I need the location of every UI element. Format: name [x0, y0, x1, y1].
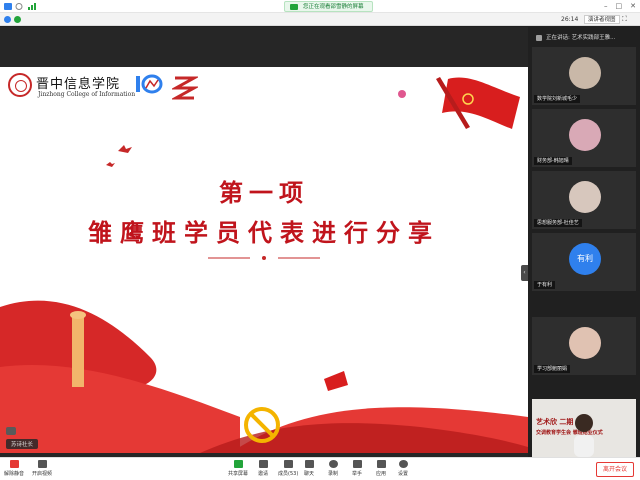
- share-notice-text: 您正在观看邵雪静的屏幕: [303, 4, 364, 10]
- participant-tile[interactable]: 财务部-韩旭晴: [532, 109, 636, 167]
- title-bar: 您正在观看邵雪静的屏幕 – □ ✕: [0, 0, 640, 13]
- mic-icon: [9, 460, 19, 468]
- apps-button[interactable]: 应用: [376, 460, 386, 478]
- chat-icon: [304, 460, 314, 468]
- minimize-icon[interactable]: –: [604, 2, 608, 11]
- window-controls: – □ ✕: [604, 2, 636, 11]
- apps-label: 应用: [376, 471, 387, 477]
- meeting-info-icon[interactable]: [4, 16, 11, 23]
- share-screen-label: 共享屏幕: [228, 471, 249, 477]
- app-logo-icon: [4, 3, 12, 10]
- avatar: [569, 181, 601, 213]
- members-label: 成员(53): [278, 471, 299, 477]
- info-icon[interactable]: [15, 3, 23, 10]
- slide-title-line1: 第一项: [219, 178, 309, 207]
- record-label: 录制: [328, 471, 339, 477]
- security-icon[interactable]: [14, 16, 21, 23]
- settings-button[interactable]: 设置: [398, 460, 408, 478]
- fullscreen-icon[interactable]: ⛶: [622, 15, 627, 24]
- speaking-indicator: 正在讲话: 艺术实践部王雅...: [534, 33, 638, 43]
- participant-name: 于有利: [534, 281, 556, 289]
- unmute-label: 解除静音: [4, 471, 25, 477]
- meeting-timer: 26:14: [561, 16, 579, 23]
- presentation-slide: 晋中信息学院 Jinzhong College of Information 第…: [0, 67, 528, 453]
- chat-label: 聊天: [304, 471, 315, 477]
- participant-name: 学习部鲍丽娟: [534, 365, 571, 373]
- participant-tile[interactable]: 思想服务部-杜佳艺: [532, 171, 636, 229]
- close-icon[interactable]: ✕: [630, 2, 636, 11]
- college-seal-logo: [8, 73, 32, 97]
- raise-hand-button[interactable]: 举手: [352, 460, 362, 478]
- invite-label: 邀请: [258, 471, 269, 477]
- participant-name: 财务部-韩旭晴: [534, 157, 572, 165]
- meeting-window: 您正在观看邵雪静的屏幕 – □ ✕ 26:14 演讲者视图 ⛶ 晋中信息学院 J…: [0, 0, 640, 480]
- record-icon: [328, 460, 338, 468]
- members-button[interactable]: 成员(53): [278, 460, 298, 478]
- start-video-button[interactable]: 开启视频: [32, 460, 52, 478]
- slide-decoration: [0, 77, 528, 453]
- participant-tile[interactable]: 学习部鲍丽娟: [532, 317, 636, 375]
- collapse-panel-button[interactable]: ‹: [521, 265, 528, 281]
- unmute-button[interactable]: 解除静音: [4, 460, 24, 478]
- participant-tile[interactable]: 有利 于有利: [532, 233, 636, 291]
- participant-name: 思想服务部-杜佳艺: [534, 219, 582, 227]
- speaker-figure: [574, 414, 594, 457]
- participant-panel: 正在讲话: 艺术实践部王雅... 数学院刘新城毛少 财务部-韩旭晴 思想服务部-…: [528, 27, 640, 457]
- share-screen-button[interactable]: 共享屏幕: [228, 460, 248, 478]
- apps-icon: [376, 460, 386, 468]
- presenter-controls: [6, 427, 16, 435]
- brand-z-logo: [172, 76, 198, 100]
- avatar: [569, 119, 601, 151]
- raise-hand-label: 举手: [352, 471, 363, 477]
- meeting-toolbar: 解除静音 开启视频 共享屏幕 邀请 成员(53) 聊天 录制 举手 应用 设置 …: [0, 457, 640, 480]
- invite-icon: [258, 460, 268, 468]
- camera-icon: [37, 460, 47, 468]
- avatar: 有利: [569, 243, 601, 275]
- avatar: [569, 57, 601, 89]
- chat-button[interactable]: 聊天: [304, 460, 314, 478]
- school-name-en: Jinzhong College of Information: [38, 91, 136, 98]
- record-button[interactable]: 录制: [328, 460, 338, 478]
- share-screen-icon: [290, 4, 298, 10]
- hand-icon: [352, 460, 362, 468]
- anniversary-logo: [136, 74, 163, 94]
- leave-meeting-button[interactable]: 离开会议: [595, 462, 634, 477]
- speaker-video-tile[interactable]: 艺术欣 二期 交调教育学生会 雏班结业仪式: [532, 399, 636, 457]
- participant-tile[interactable]: 数学院刘新城毛少: [532, 47, 636, 105]
- share-screen-icon: [233, 460, 243, 468]
- signal-icon: [28, 3, 36, 10]
- invite-button[interactable]: 邀请: [258, 460, 268, 478]
- screen-share-notice[interactable]: 您正在观看邵雪静的屏幕: [284, 1, 373, 12]
- slide-title-line2: 雏鹰班学员代表进行分享: [88, 218, 440, 247]
- members-icon: [283, 460, 293, 468]
- participant-name: 数学院刘新城毛少: [534, 95, 581, 103]
- avatar: [569, 327, 601, 359]
- meeting-info-bar: 26:14 演讲者视图 ⛶: [0, 13, 640, 26]
- settings-icon: [398, 460, 408, 468]
- shared-screen-area: 晋中信息学院 Jinzhong College of Information 第…: [0, 27, 528, 457]
- settings-label: 设置: [398, 471, 409, 477]
- mic-status-icon[interactable]: [6, 427, 16, 435]
- speaker-view-button[interactable]: 演讲者视图: [584, 15, 620, 24]
- video-banner-title: 艺术欣 二期: [536, 417, 574, 426]
- maximize-icon[interactable]: □: [616, 2, 623, 11]
- presenter-name-chip: 苏诗社长: [6, 439, 39, 449]
- start-video-label: 开启视频: [32, 471, 53, 477]
- school-name-cn: 晋中信息学院: [36, 77, 121, 92]
